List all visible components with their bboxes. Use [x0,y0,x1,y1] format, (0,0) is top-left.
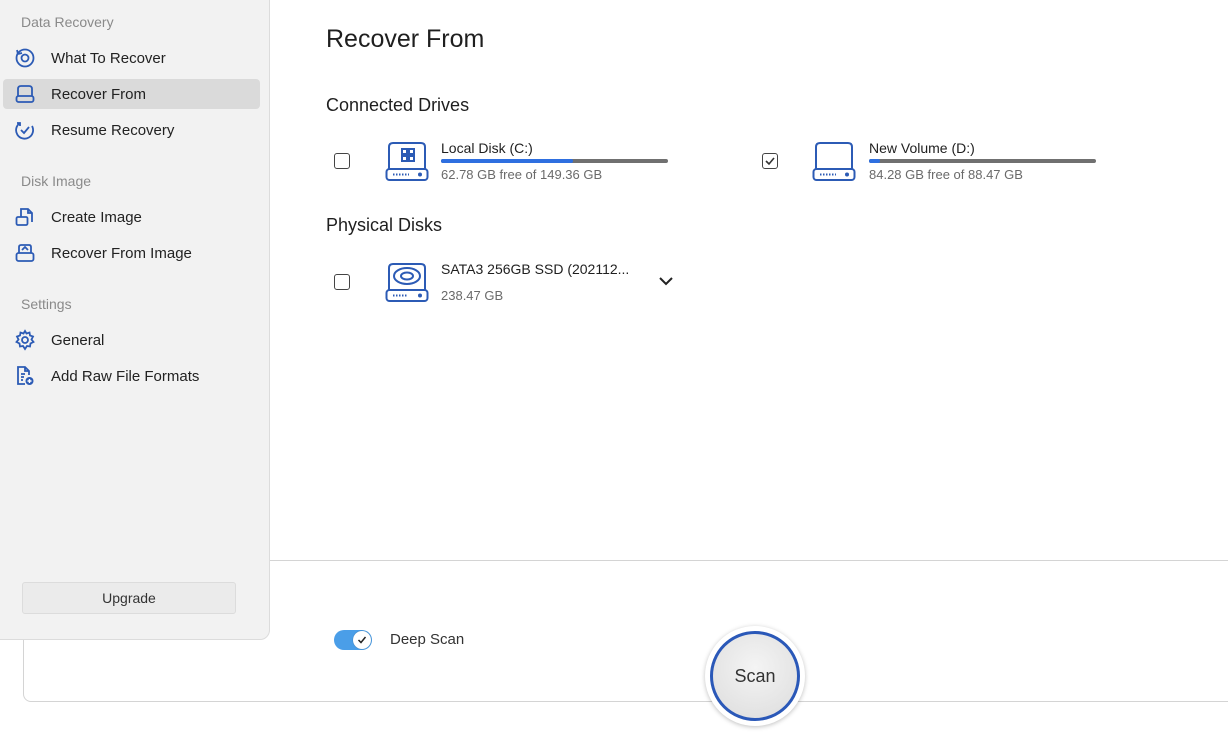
history-icon [14,47,36,69]
sidebar-item-label: General [51,331,105,349]
gear-icon [14,329,36,351]
chevron-down-icon[interactable] [658,273,674,294]
drive-d-checkbox[interactable] [762,153,778,169]
drive-icon [812,141,858,188]
drive-d-name: New Volume (D:) [869,140,975,156]
physical-disk-name: SATA3 256GB SSD (202112... [441,261,630,277]
checkmark-icon [765,157,775,166]
sidebar-item-what-to-recover[interactable]: What To Recover [3,43,260,73]
toggle-knob [353,631,371,649]
physical-disks-heading: Physical Disks [326,215,443,235]
sidebar-item-create-image[interactable]: Create Image [3,202,260,232]
sidebar-item-label: Recover From Image [51,244,192,262]
windows-drive-icon [385,141,431,188]
drive-c-name: Local Disk (C:) [441,140,533,156]
connected-drives-heading: Connected Drives [326,95,470,115]
recover-image-icon [14,242,36,264]
add-file-icon [14,365,36,387]
sidebar-item-add-raw-file-formats[interactable]: Add Raw File Formats [3,361,260,391]
checkmark-icon [357,636,367,644]
physical-disk-size: 238.47 GB [441,288,504,303]
drive-c-checkbox[interactable] [334,153,350,169]
sidebar-item-recover-from-image[interactable]: Recover From Image [3,238,260,268]
drive-c-usage-fill [441,159,573,163]
scan-button[interactable]: Scan [705,626,805,726]
drive-c-usage-bar [441,159,668,163]
sidebar-item-label: Add Raw File Formats [51,367,200,385]
drive-c-detail: 62.78 GB free of 149.36 GB [441,167,603,182]
sidebar-item-recover-from[interactable]: Recover From [3,79,260,109]
drive-d-usage-fill [869,159,881,163]
section-title-disk-image: Disk Image [21,173,92,189]
section-title-data-recovery: Data Recovery [21,14,114,30]
sidebar-item-label: What To Recover [51,49,166,67]
sidebar-item-resume-recovery[interactable]: Resume Recovery [3,115,260,145]
physical-disk-checkbox[interactable] [334,274,350,290]
sidebar-item-label: Resume Recovery [51,121,175,139]
drive-d-usage-bar [869,159,1096,163]
create-image-icon [14,206,36,228]
resume-icon [14,119,36,141]
drive-d-detail: 84.28 GB free of 88.47 GB [869,167,1023,182]
hard-disk-icon [385,262,431,309]
upgrade-button[interactable]: Upgrade [22,582,236,614]
sidebar-item-label: Create Image [51,208,142,226]
page-title: Recover From [326,25,485,53]
drive-icon [14,83,36,105]
deep-scan-toggle[interactable] [334,630,372,650]
sidebar-item-general[interactable]: General [3,325,260,355]
scan-button-label: Scan [710,631,800,721]
deep-scan-label: Deep Scan [390,631,465,648]
sidebar-item-label: Recover From [51,85,147,103]
section-title-settings: Settings [21,296,72,312]
